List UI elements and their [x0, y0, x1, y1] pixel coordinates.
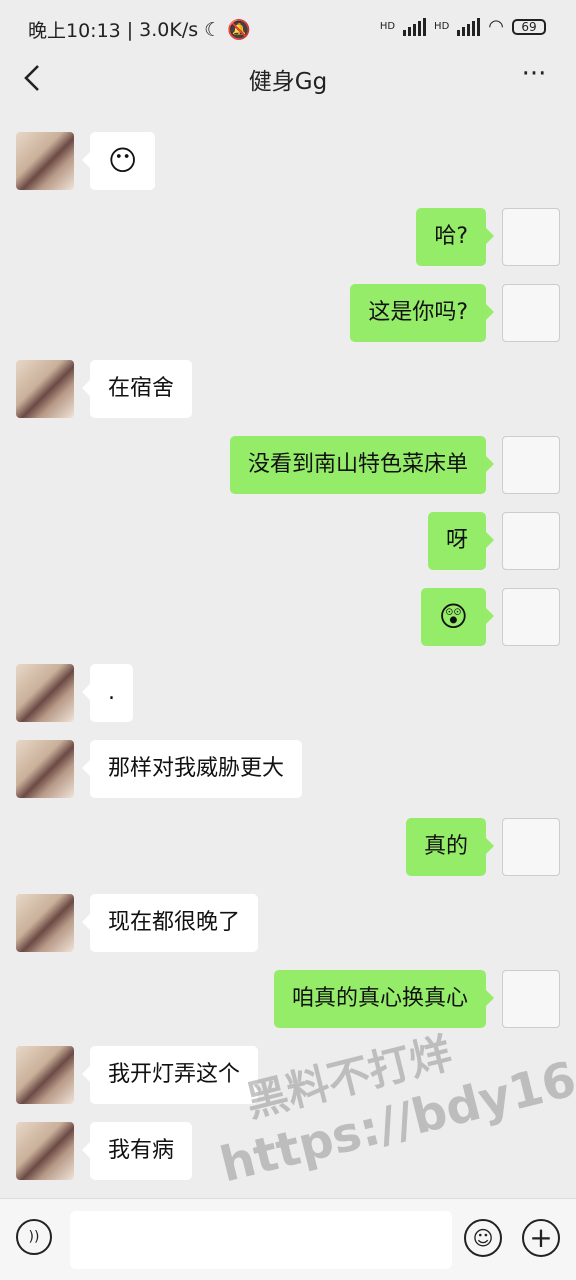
contact-avatar[interactable] [16, 1122, 74, 1180]
my-avatar[interactable] [502, 284, 560, 342]
message-bubble[interactable]: 没看到南山特色菜床单 [229, 436, 495, 494]
chat-title: 健身Gg [248, 69, 328, 95]
my-avatar[interactable] [502, 512, 560, 570]
message-bubble[interactable]: 哈? [416, 208, 494, 266]
emoji-icon: ☺ [472, 1226, 494, 1250]
wifi-icon: ◠ [488, 16, 504, 37]
message-bubble[interactable]: 在宿舍 [81, 360, 193, 418]
status-bar: 晚上10:13 | 3.0K/s ☾ 🔕 HD HD ◠ 69 [0, 0, 576, 56]
signal-icon [457, 17, 481, 36]
battery-icon: 69 [512, 18, 546, 35]
my-avatar[interactable] [502, 970, 560, 1028]
plus-button[interactable]: + [522, 1219, 560, 1257]
plus-icon: + [529, 1221, 553, 1254]
signal-label: HD [379, 21, 396, 32]
more-dots-icon: ··· [521, 59, 547, 89]
message-bubble[interactable]: 😲 [420, 588, 495, 646]
my-avatar[interactable] [502, 436, 560, 494]
message-bubble[interactable]: 这是你吗? [350, 284, 494, 342]
my-avatar[interactable] [502, 208, 560, 266]
contact-avatar[interactable] [16, 664, 74, 722]
message-bubble[interactable]: 真的 [405, 818, 495, 876]
message-bubble[interactable]: 我开灯弄这个 [81, 1046, 259, 1104]
message-list[interactable]: 😶 哈? 这是你吗? 在宿舍 没看到南山特色菜床单 呀 😲 . 那样对我威胁更大… [0, 102, 576, 1198]
contact-avatar[interactable] [16, 740, 74, 798]
contact-avatar[interactable] [16, 360, 74, 418]
input-bar: )) ☺ + [0, 1198, 576, 1280]
moon-icon: ☾ [204, 18, 222, 41]
message-bubble[interactable]: 现在都很晚了 [81, 894, 259, 952]
message-bubble[interactable]: 😶 [81, 132, 156, 190]
contact-avatar[interactable] [16, 132, 74, 190]
chevron-left-icon [24, 65, 39, 91]
emoji-button[interactable]: ☺ [464, 1219, 502, 1257]
voice-button[interactable]: )) [16, 1219, 52, 1255]
contact-avatar[interactable] [16, 1046, 74, 1104]
status-time: 晚上10:13 [28, 20, 121, 42]
signal-icon [403, 17, 427, 36]
message-bubble[interactable]: 咱真的真心换真心 [273, 970, 495, 1028]
message-input[interactable] [70, 1211, 452, 1269]
message-bubble[interactable]: 呀 [427, 512, 495, 570]
voice-icon: )) [28, 1229, 40, 1245]
my-avatar[interactable] [502, 588, 560, 646]
message-bubble[interactable]: 我有病 [81, 1122, 193, 1180]
message-bubble[interactable]: . [82, 664, 133, 722]
title-bar: 健身Gg ··· [0, 56, 576, 102]
mute-icon: 🔕 [227, 19, 251, 41]
more-button[interactable]: ··· [514, 60, 554, 96]
back-button[interactable] [14, 60, 50, 96]
my-avatar[interactable] [502, 818, 560, 876]
network-speed: 3.0K/s [139, 18, 199, 41]
contact-avatar[interactable] [16, 894, 74, 952]
signal-label: HD [434, 21, 450, 32]
message-bubble[interactable]: 那样对我威胁更大 [81, 740, 303, 798]
